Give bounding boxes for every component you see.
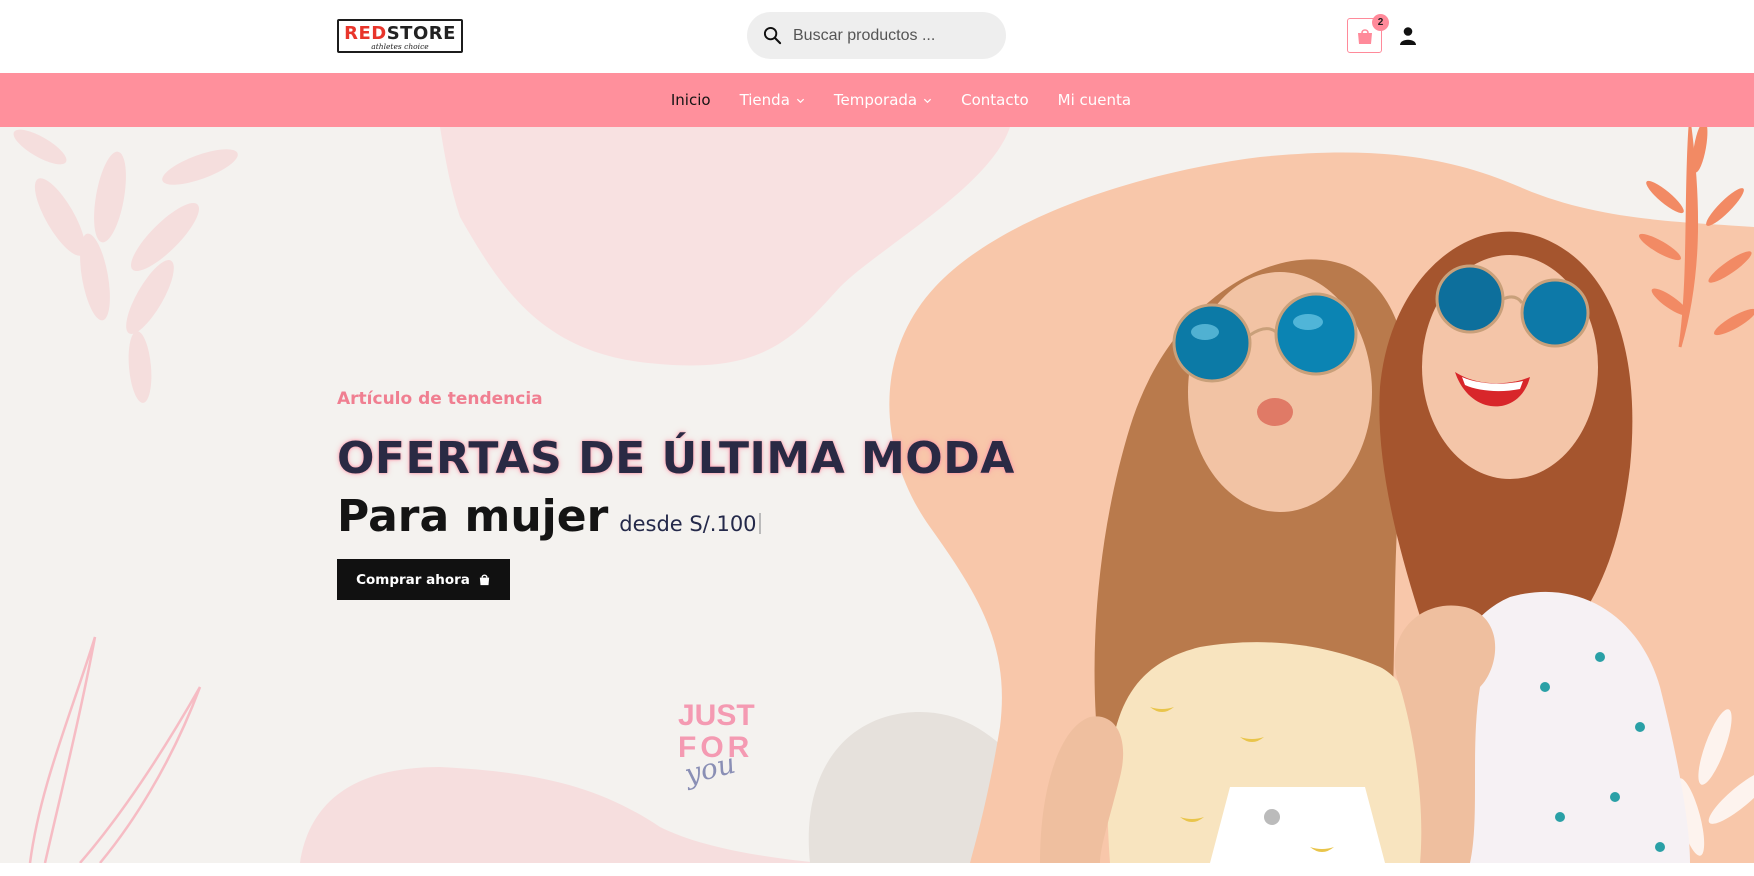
hero-price: desde S/.100 <box>619 512 761 536</box>
just-for-you-badge: JUST FOR you <box>678 699 755 791</box>
nav-item-contacto[interactable]: Contacto <box>961 91 1029 109</box>
chevron-down-icon <box>796 98 804 103</box>
nav-item-label: Inicio <box>670 91 711 109</box>
hero-banner: Artículo de tendencia OFERTAS DE ÚLTIMA … <box>0 127 1754 863</box>
hero-subline-main: Para mujer <box>337 491 609 542</box>
cart-button[interactable]: 2 <box>1347 14 1389 53</box>
shop-now-button[interactable]: Comprar ahora <box>337 559 510 600</box>
cart-count-badge: 2 <box>1372 14 1389 31</box>
nav-item-temporada[interactable]: Temporada <box>834 91 932 109</box>
nav-item-label: Temporada <box>833 91 918 109</box>
hero-subline: Para mujer desde S/.100 <box>337 491 761 542</box>
shopping-bag-icon <box>1357 28 1372 44</box>
chevron-down-icon <box>924 98 932 103</box>
nav-items: Inicio Tienda Temporada Contacto Mi cuenta <box>0 73 1754 127</box>
search-input[interactable] <box>793 26 993 45</box>
bag-icon <box>479 574 490 586</box>
hero-headline: OFERTAS DE ÚLTIMA MODA <box>337 433 1015 484</box>
nav-item-label: Mi cuenta <box>1057 91 1132 109</box>
nav-item-label: Contacto <box>961 91 1029 109</box>
main-nav: Inicio Tienda Temporada Contacto Mi cuenta <box>0 73 1754 127</box>
nav-item-label: Tienda <box>739 91 790 109</box>
search-bar[interactable] <box>747 12 1006 59</box>
hero-eyebrow: Artículo de tendencia <box>337 389 543 409</box>
typing-caret <box>758 513 761 534</box>
hero-model-illustration <box>1040 231 1690 863</box>
site-header: REDSTORE athletes choice 2 <box>0 0 1754 73</box>
hero-price-text: desde S/.100 <box>619 512 757 536</box>
redstore-logo[interactable]: REDSTORE athletes choice <box>337 19 463 53</box>
nav-item-tienda[interactable]: Tienda <box>740 91 805 109</box>
page-bottom-strip <box>0 863 1754 876</box>
user-icon[interactable] <box>1399 26 1417 46</box>
badge-line-just: JUST <box>678 699 755 732</box>
shop-now-label: Comprar ahora <box>356 571 470 588</box>
nav-item-inicio[interactable]: Inicio <box>671 91 711 109</box>
search-icon <box>763 26 782 45</box>
nav-item-mi-cuenta[interactable]: Mi cuenta <box>1058 91 1131 109</box>
logo-tagline: athletes choice <box>371 42 429 51</box>
